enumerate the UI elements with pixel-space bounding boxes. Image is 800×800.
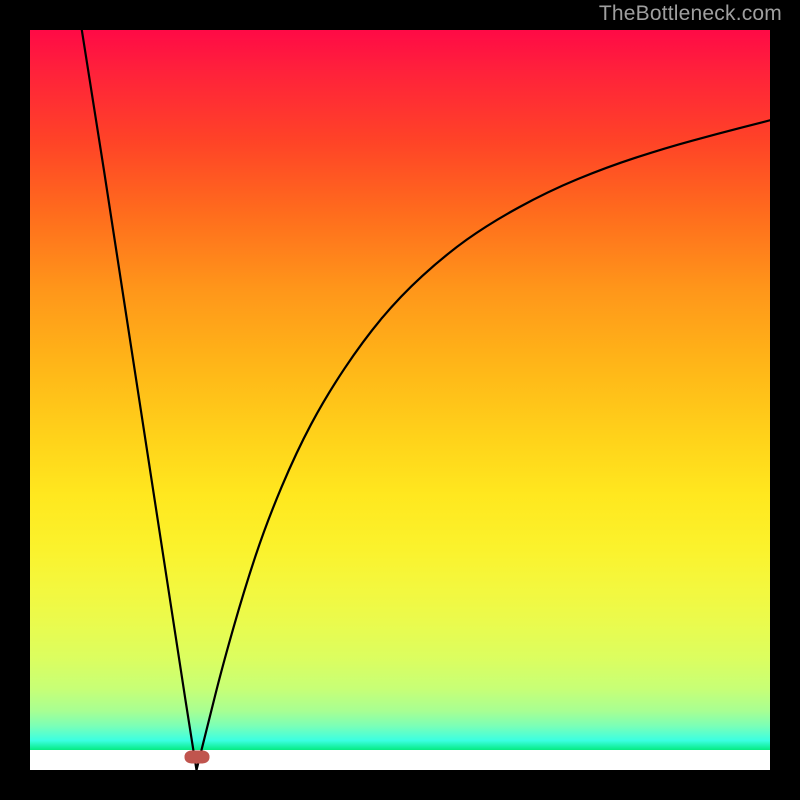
optimal-point-marker [184, 750, 209, 763]
plot-area [30, 30, 770, 770]
bottleneck-curve [30, 30, 770, 770]
chart-frame: TheBottleneck.com [0, 0, 800, 800]
watermark-text: TheBottleneck.com [599, 2, 782, 26]
